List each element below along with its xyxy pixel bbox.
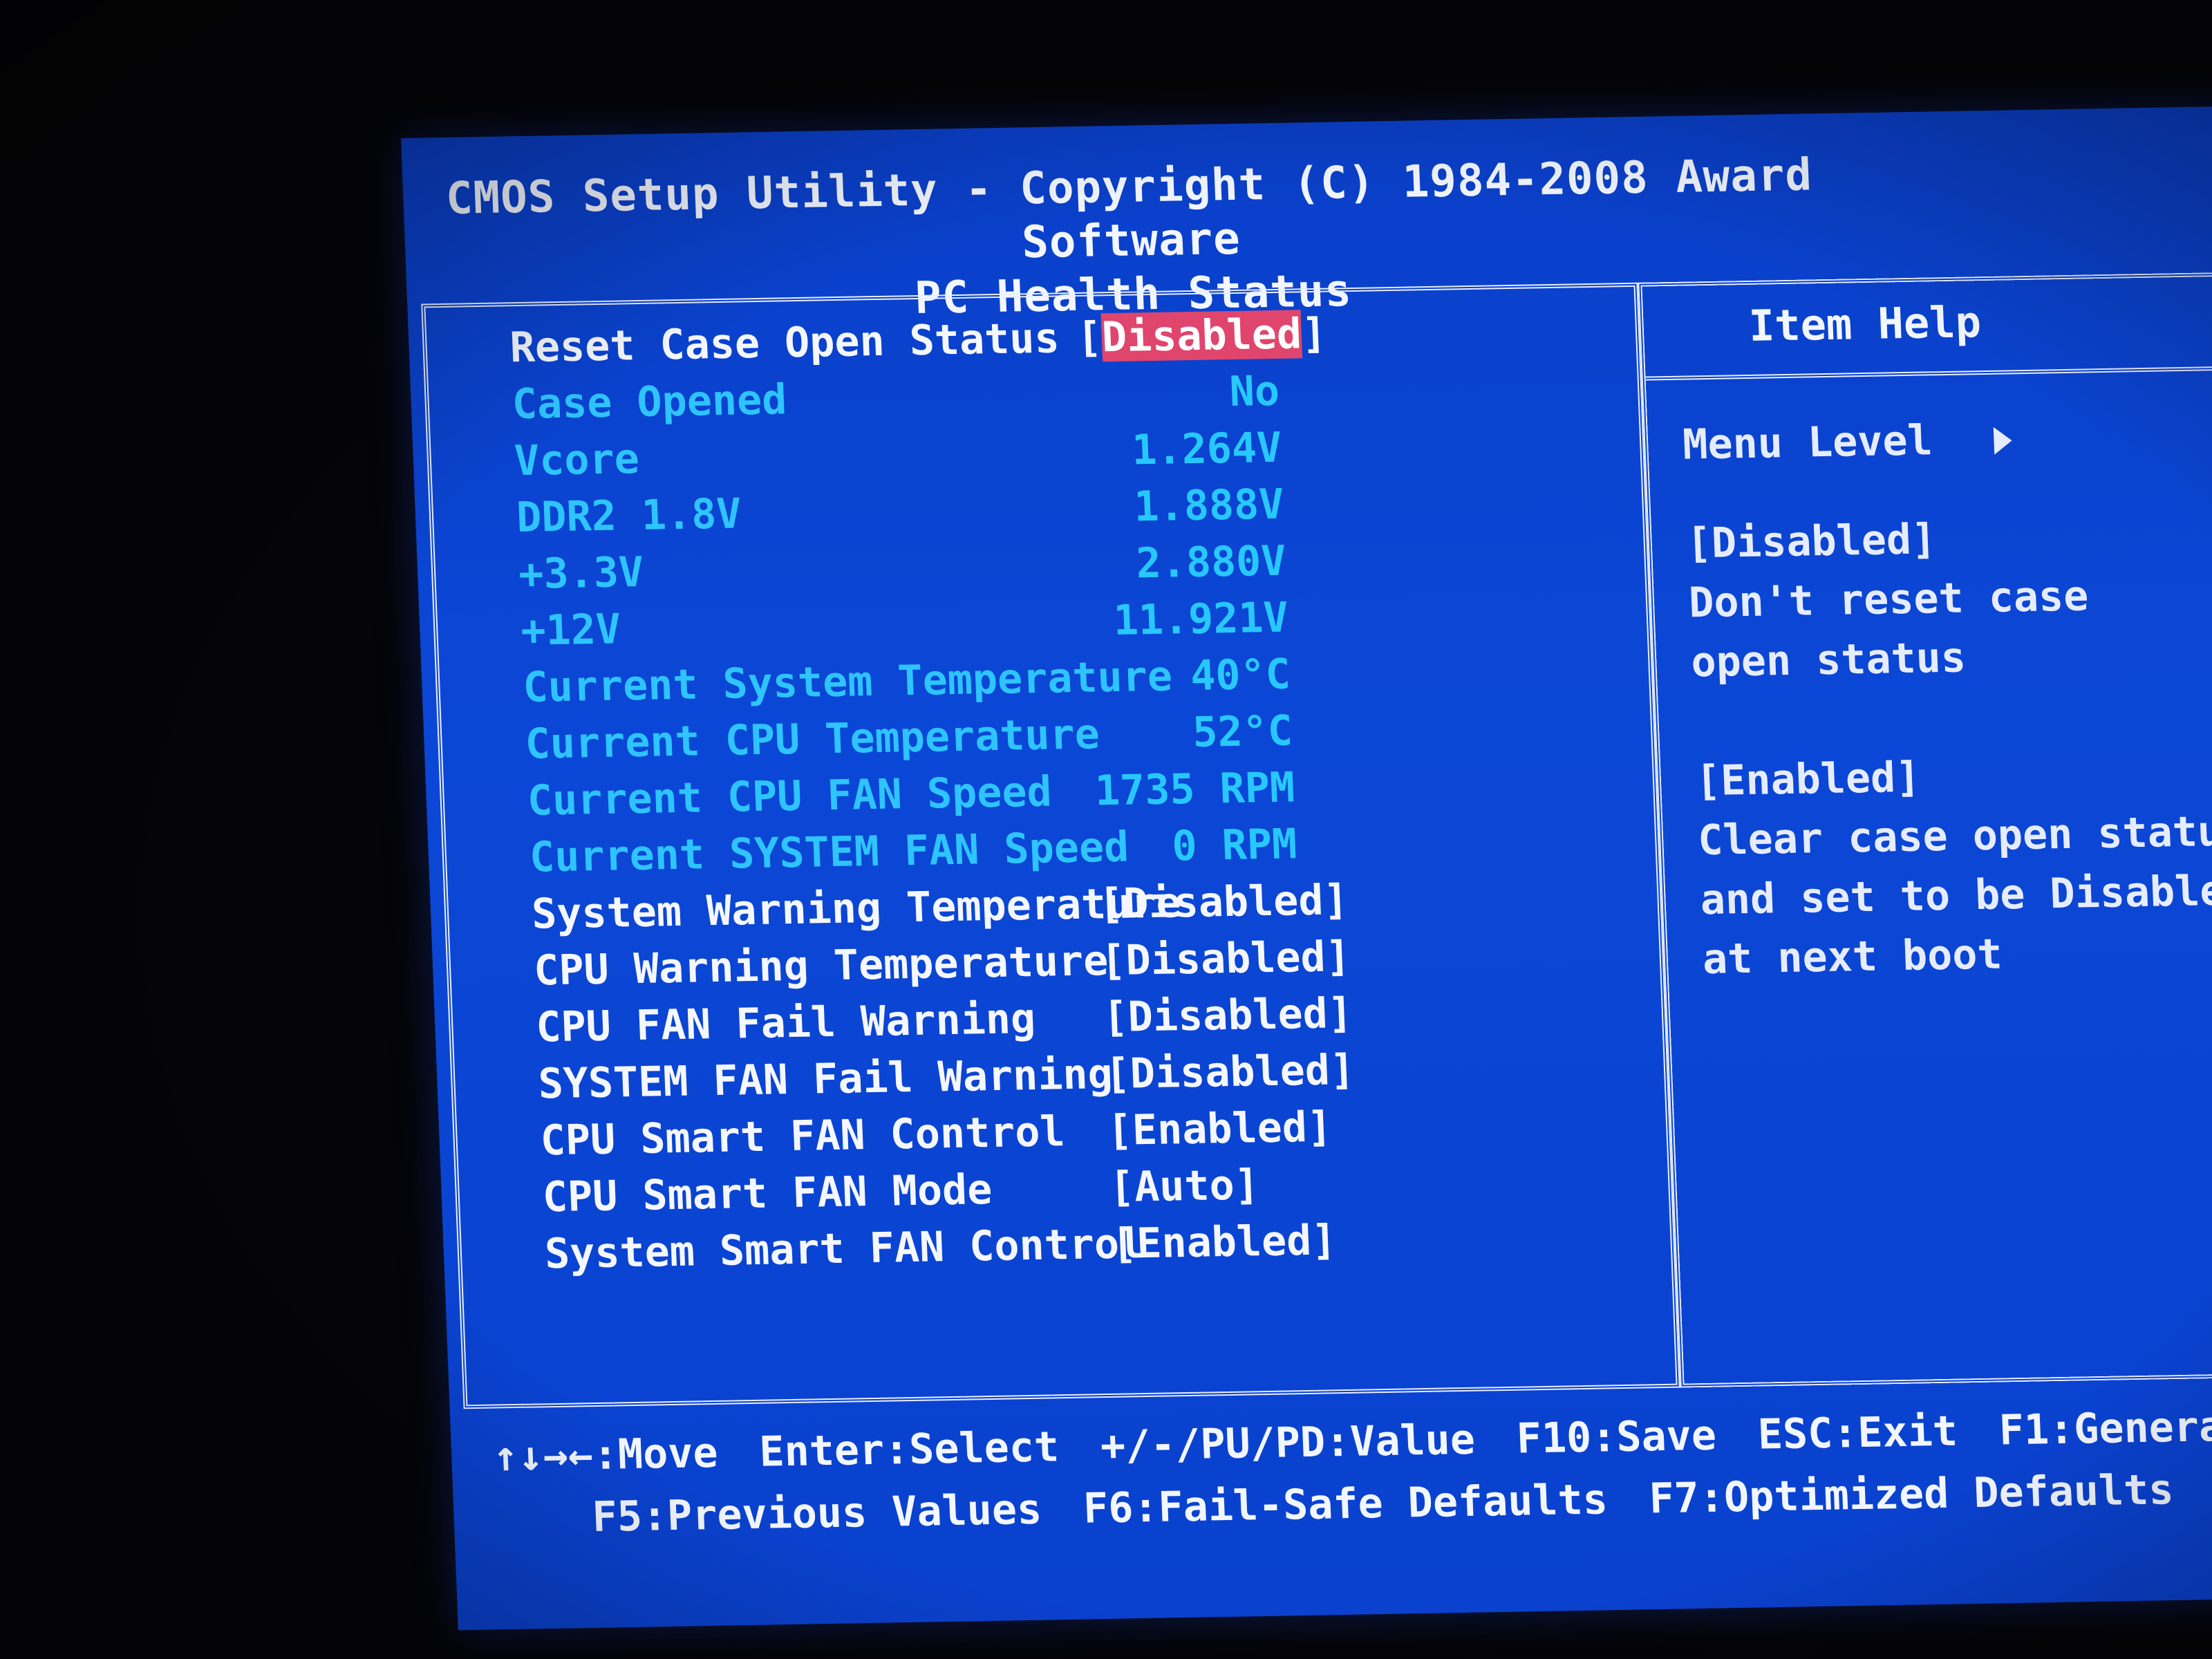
- help-divider: [1645, 365, 2212, 381]
- setting-value[interactable]: [Disabled]: [1102, 986, 1353, 1045]
- setting-value: 2.880V: [1135, 536, 1287, 588]
- setting-label: Current System Temperature: [522, 652, 1174, 712]
- setting-label: CPU Smart FAN Mode: [541, 1165, 993, 1222]
- setting-value[interactable]: [Disabled]: [1076, 306, 1327, 366]
- setting-label: Current CPU FAN Speed: [526, 767, 1053, 825]
- setting-value[interactable]: [Enabled]: [1106, 1099, 1333, 1159]
- setting-value[interactable]: [Disabled]: [1098, 872, 1349, 932]
- setting-label: Current CPU Temperature: [524, 710, 1101, 769]
- help-line: open status: [1690, 633, 1967, 687]
- setting-label: CPU FAN Fail Warning: [535, 994, 1037, 1052]
- setting-value-text: Disabled: [1123, 876, 1324, 928]
- setting-value-text: Disabled: [1129, 1046, 1331, 1098]
- setting-value: No: [1228, 366, 1281, 417]
- setting-value: 40°C: [1189, 650, 1292, 700]
- setting-value-text: Disabled: [1100, 310, 1303, 362]
- setting-label: CPU Smart FAN Control: [539, 1107, 1066, 1165]
- triangle-right-icon: [1993, 427, 2013, 455]
- key-hint: F7:Optimized Defaults: [1648, 1465, 2175, 1524]
- settings-panel: Reset Case Open Status [Disabled] Case Ope…: [421, 282, 1680, 1409]
- help-line: at next boot: [1701, 930, 2003, 984]
- setting-label: Case Opened: [511, 375, 788, 429]
- setting-value: 1.264V: [1131, 423, 1283, 475]
- key-hint: F6:Fail-Safe Defaults: [1082, 1475, 1609, 1533]
- key-hint: Enter:Select: [758, 1423, 1060, 1477]
- setting-value-text: Disabled: [1125, 932, 1327, 985]
- setting-value-text: Enabled: [1135, 1216, 1313, 1268]
- key-hint: ESC:Exit: [1756, 1407, 1959, 1459]
- setting-value-text: Auto: [1133, 1161, 1236, 1212]
- key-hint: ↑↓→←:Move: [491, 1428, 719, 1481]
- setting-value: 1.888V: [1133, 480, 1285, 532]
- setting-value[interactable]: [Auto]: [1108, 1157, 1260, 1215]
- setting-label: +3.3V: [518, 547, 645, 599]
- setting-value[interactable]: [Enabled]: [1111, 1212, 1338, 1272]
- key-hint: F10:Save: [1515, 1411, 1718, 1463]
- help-line: and set to be Disable: [1699, 866, 2212, 925]
- setting-value-text: Disabled: [1127, 989, 1329, 1042]
- setting-value: 11.921V: [1112, 593, 1289, 645]
- setting-value: 0 RPM: [1171, 820, 1298, 871]
- help-line: [Disabled]: [1685, 515, 1938, 568]
- key-hint: +/-/PU/PD:Value: [1099, 1415, 1477, 1471]
- setting-label: Reset Case Open Status: [509, 314, 1060, 373]
- setting-label: CPU Warning Temperature: [533, 937, 1109, 995]
- help-line: [Enabled]: [1694, 753, 1922, 806]
- setting-label: SYSTEM FAN Fail Warning: [537, 1049, 1114, 1109]
- setting-value: 1735 RPM: [1094, 763, 1296, 816]
- item-help-panel: Item Help Menu Level [Disabled] Don't res…: [1638, 272, 2212, 1388]
- menu-level-label: Menu Level: [1682, 416, 1933, 469]
- key-hint: F5:Previous Values: [591, 1485, 1043, 1542]
- help-line: Don't reset case: [1687, 572, 2090, 628]
- bios-screen: CMOS Setup Utility - Copyright (C) 1984-…: [401, 106, 2212, 1631]
- help-line: Clear case open statu: [1697, 807, 2212, 865]
- setting-value-text: Enabled: [1131, 1103, 1309, 1155]
- setting-label: Current SYSTEM FAN Speed: [528, 823, 1130, 882]
- setting-value: 52°C: [1192, 706, 1294, 757]
- item-help-title: Item Help: [1747, 297, 1983, 351]
- setting-label: +12V: [520, 605, 622, 655]
- setting-value[interactable]: [Disabled]: [1100, 929, 1351, 988]
- setting-value[interactable]: [Disabled]: [1104, 1042, 1356, 1102]
- setting-label: System Warning Temperature: [530, 879, 1182, 939]
- setting-label: System Smart FAN Control: [543, 1219, 1145, 1279]
- monitor-photo: CMOS Setup Utility - Copyright (C) 1984-…: [0, 0, 2212, 1659]
- setting-label: DDR2 1.8V: [515, 489, 742, 543]
- setting-label: Vcore: [513, 434, 641, 486]
- key-hint: F1:General He: [1998, 1402, 2212, 1455]
